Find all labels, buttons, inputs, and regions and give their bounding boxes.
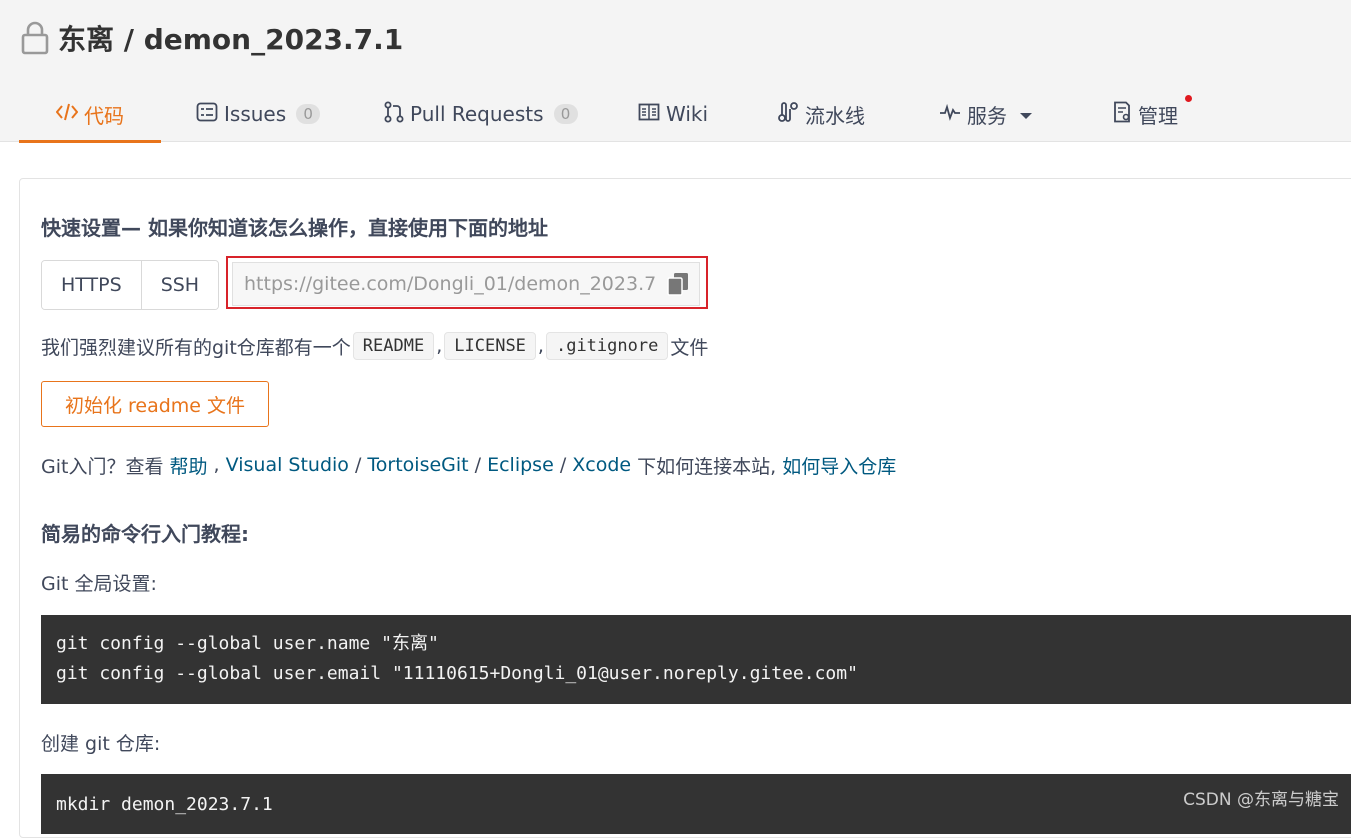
tab-manage[interactable]: 管理 <box>1112 86 1178 142</box>
code-icon <box>55 102 79 127</box>
clone-url-field[interactable] <box>232 262 700 306</box>
pulse-icon <box>939 102 961 126</box>
tab-wiki[interactable]: Wiki <box>638 86 708 142</box>
repo-title-row: 东离 / demon_2023.7.1 <box>20 18 403 58</box>
tab-services[interactable]: 服务 <box>939 86 1033 142</box>
issues-count-badge: 0 <box>296 104 321 124</box>
repo-title[interactable]: 东离 / demon_2023.7.1 <box>58 18 403 58</box>
watermark: CSDN @东离与糖宝 <box>1183 790 1339 810</box>
tab-issues-label: Issues <box>224 102 287 126</box>
readme-tag: README <box>352 332 435 360</box>
tutorial-heading: 简易的命令行入门教程: <box>41 522 249 546</box>
recommend-prefix: 我们强烈建议所有的git仓库都有一个 <box>41 336 351 359</box>
gitignore-tag: .gitignore <box>545 332 669 360</box>
pull-request-icon <box>384 101 404 128</box>
tab-code[interactable]: 代码 <box>19 86 161 143</box>
create-repo-label: 创建 git 仓库: <box>41 733 161 755</box>
chevron-down-icon <box>1019 102 1033 126</box>
init-readme-button[interactable]: 初始化 readme 文件 <box>41 381 269 427</box>
code-line: git config --global user.email "11110615… <box>56 663 858 684</box>
pull-requests-count-badge: 0 <box>553 104 578 124</box>
code-line: git config --global user.name "东离" <box>56 633 439 654</box>
https-button[interactable]: HTTPS <box>42 261 141 309</box>
tab-pipeline-label: 流水线 <box>805 103 865 128</box>
tab-wiki-label: Wiki <box>666 102 709 126</box>
tab-pipeline[interactable]: 流水线 <box>777 86 865 142</box>
separator: , <box>207 454 226 476</box>
visual-studio-link[interactable]: Visual Studio <box>226 454 349 476</box>
create-repo-code: mkdir demon_2023.7.1 <box>41 774 1351 834</box>
quick-setup-heading: 快速设置— 如果你知道该怎么操作，直接使用下面的地址 <box>41 216 548 240</box>
eclipse-link[interactable]: Eclipse <box>487 454 554 476</box>
help-line: Git入门？查看 帮助 , Visual Studio / TortoiseGi… <box>41 450 896 480</box>
tab-code-label: 代码 <box>84 103 124 128</box>
separator: , <box>537 335 544 357</box>
help-middle: 下如何连接本站, <box>631 455 783 478</box>
tab-pull-requests-label: Pull Requests <box>410 102 544 126</box>
tab-services-label: 服务 <box>967 103 1007 128</box>
help-link[interactable]: 帮助 <box>170 452 208 479</box>
recommend-suffix: 文件 <box>670 336 709 359</box>
protocol-switch: HTTPS SSH <box>41 260 220 310</box>
import-repo-link[interactable]: 如何导入仓库 <box>782 452 896 479</box>
book-icon <box>638 102 660 126</box>
separator: , <box>436 335 443 357</box>
repo-header: 东离 / demon_2023.7.1 代码 Issues 0 Pull Req… <box>0 0 1351 143</box>
settings-doc-icon <box>1112 101 1132 128</box>
pipeline-icon <box>777 101 799 128</box>
tab-pull-requests[interactable]: Pull Requests 0 <box>384 86 578 142</box>
issues-icon <box>196 102 218 127</box>
help-prefix: Git入门？查看 <box>41 455 170 478</box>
recommend-line: 我们强烈建议所有的git仓库都有一个 README , LICENSE , .g… <box>41 328 708 364</box>
xcode-link[interactable]: Xcode <box>572 454 631 476</box>
license-tag: LICENSE <box>444 332 536 360</box>
tab-issues[interactable]: Issues 0 <box>196 86 321 142</box>
separator: / <box>553 454 573 476</box>
notification-dot <box>1185 95 1192 102</box>
global-settings-label: Git 全局设置: <box>41 573 157 595</box>
separator: / <box>348 454 368 476</box>
tab-manage-label: 管理 <box>1138 103 1178 128</box>
tortoisegit-link[interactable]: TortoiseGit <box>367 454 468 476</box>
separator: / <box>468 454 488 476</box>
ssh-button[interactable]: SSH <box>140 261 219 309</box>
global-settings-code: git config --global user.name "东离" git c… <box>41 615 1351 704</box>
lock-icon <box>20 20 50 56</box>
copy-icon[interactable] <box>667 272 689 296</box>
